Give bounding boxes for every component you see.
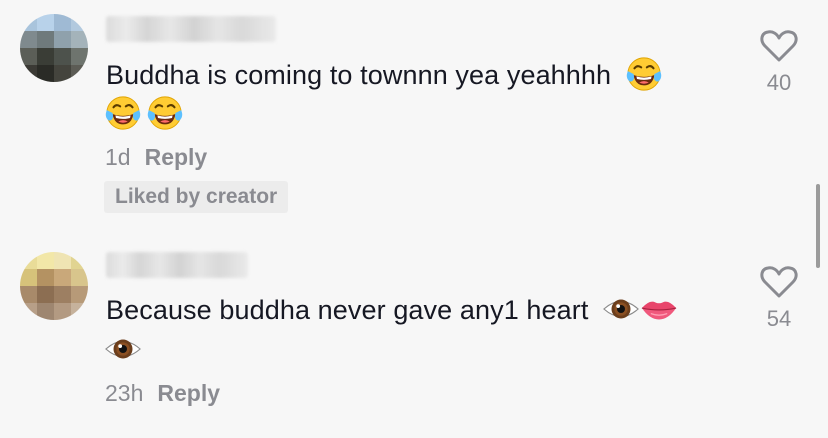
like-count: 54 (766, 306, 792, 331)
like-count: 40 (766, 70, 792, 95)
avatar[interactable] (20, 14, 88, 82)
like-button[interactable]: 40 (754, 26, 804, 96)
face-with-tears-of-joy-icon (146, 94, 184, 132)
eye-icon (104, 330, 142, 368)
lips-icon (640, 290, 678, 328)
like-button[interactable]: 54 (754, 262, 804, 332)
username[interactable] (106, 16, 276, 42)
avatar[interactable] (20, 252, 88, 320)
emoji-line (104, 94, 184, 132)
reply-button[interactable]: Reply (157, 380, 220, 407)
eye-icon (602, 290, 640, 328)
face-with-tears-of-joy-icon (104, 94, 142, 132)
comment-meta: 1d Reply (105, 144, 207, 171)
comment-body: Buddha is coming to townnn yea yeahhhh (106, 60, 612, 90)
liked-by-creator-badge: Liked by creator (104, 181, 289, 213)
heart-icon (759, 26, 799, 66)
comment-text: Buddha is coming to townnn yea yeahhhh (106, 55, 663, 96)
username[interactable] (106, 252, 248, 278)
emoji-line (104, 330, 142, 368)
comment-meta: 23h Reply (105, 380, 220, 407)
timestamp: 23h (105, 380, 144, 406)
comments-panel: Buddha is coming to townnn yea yeahhhh 1… (0, 0, 828, 438)
timestamp: 1d (105, 144, 131, 170)
reply-button[interactable]: Reply (145, 144, 208, 171)
comment-text: Because buddha never gave any1 heart (106, 290, 678, 331)
scrollbar[interactable] (816, 184, 820, 268)
heart-icon (759, 262, 799, 302)
comment-body: Because buddha never gave any1 heart (106, 295, 589, 325)
face-with-tears-of-joy-icon (625, 55, 663, 93)
